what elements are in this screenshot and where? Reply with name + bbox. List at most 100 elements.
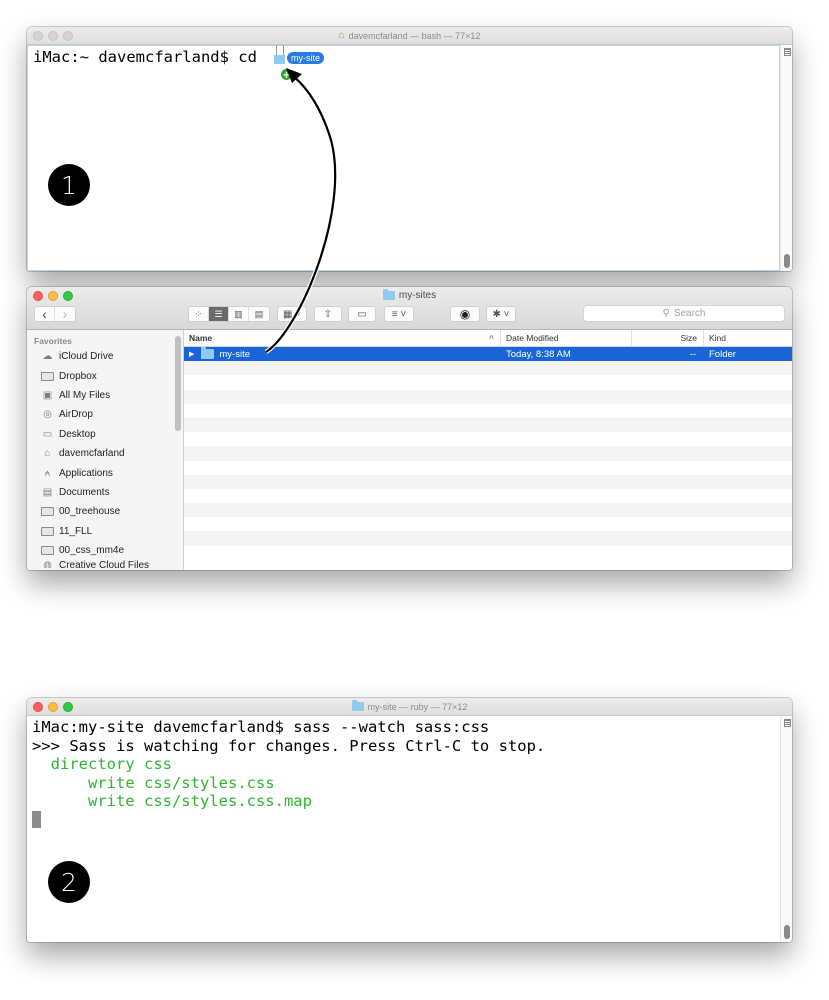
sidebar-item-airdrop[interactable]: ◎ AirDrop (27, 405, 183, 424)
folder-icon (41, 546, 54, 556)
minimize-button[interactable] (48, 31, 58, 41)
action-button[interactable]: ✱ ˅ (486, 306, 516, 322)
scroll-thumb[interactable] (784, 254, 790, 268)
file-rows: ▶ my-site Today, 8:38 AM -- Folder (184, 347, 792, 560)
home-icon: ⌂ (338, 30, 345, 41)
finder-sidebar: Favorites ☁ iCloud Drive Dropbox ▣ All My … (27, 330, 184, 570)
window-controls (33, 702, 73, 712)
disclosure-triangle-icon[interactable]: ▶ (189, 350, 194, 358)
file-list: Name ^ Date Modified Size Kind ▶ my-site… (184, 330, 792, 570)
split-pane-icon[interactable] (784, 48, 791, 56)
sidebar-item-creative-cloud[interactable]: ◍ Creative Cloud Files (27, 560, 183, 568)
eye-icon: ◉ (459, 307, 471, 321)
step-badge-1: 1 (48, 164, 90, 206)
share-button[interactable]: ⇧ (314, 306, 342, 322)
file-date: Today, 8:38 AM (506, 348, 571, 360)
view-mode-segmented: ⁘ ☰ ▥ ▤ (188, 306, 270, 322)
search-icon: ⚲ (662, 308, 670, 319)
chevron-right-icon: › (62, 306, 68, 322)
file-kind: Folder (709, 348, 736, 360)
chevron-left-icon: ‹ (42, 306, 47, 322)
quicklook-button[interactable]: ◉ (450, 306, 480, 322)
finder-toolbar: my-sites ‹ › ⁘ ☰ ▥ ▤ ▦ ˅ ⇧ ▭ ≡ ˅ ◉ ✱ ˅ ⚲… (27, 287, 792, 330)
sidebar-item-label: davemcfarland (59, 448, 125, 460)
terminal-titlebar[interactable]: ⌂ davemcfarland — bash — 77×12 (27, 27, 792, 45)
empty-row (184, 461, 792, 475)
search-input[interactable]: ⚲ Search (583, 305, 785, 322)
split-pane-icon[interactable] (784, 719, 791, 727)
terminal-line: write css/styles.css (32, 773, 275, 792)
terminal-scrollbar[interactable] (780, 45, 792, 271)
prompt-line: iMac:~ davemcfarland$ cd (33, 48, 267, 66)
terminal-output[interactable]: iMac:~ davemcfarland$ cd (27, 45, 780, 271)
arrange-icon: ▦ ˅ (282, 308, 302, 320)
column-view-button[interactable]: ▥ (229, 307, 249, 321)
terminal-titlebar[interactable]: my-site — ruby — 77×12 (27, 698, 792, 716)
finder-window: my-sites ‹ › ⁘ ☰ ▥ ▤ ▦ ˅ ⇧ ▭ ≡ ˅ ◉ ✱ ˅ ⚲… (27, 287, 792, 570)
empty-row (184, 417, 792, 433)
sidebar-item-icloud-drive[interactable]: ☁ iCloud Drive (27, 347, 183, 366)
sidebar-item-00-css-mm4e[interactable]: 00_css_mm4e (27, 541, 183, 560)
column-header-date[interactable]: Date Modified (501, 330, 632, 346)
sidebar-item-label: 00_css_mm4e (59, 545, 125, 557)
list-view-button[interactable]: ☰ (209, 307, 229, 321)
column-view-icon: ▥ (234, 308, 243, 319)
airdrop-icon: ◎ (43, 409, 52, 421)
table-row[interactable]: ▶ my-site Today, 8:38 AM -- Folder (184, 347, 792, 362)
sidebar-item-label: AirDrop (59, 409, 93, 421)
empty-row (184, 531, 792, 546)
sidebar-item-dropbox[interactable]: Dropbox (27, 366, 183, 385)
empty-row (184, 361, 792, 376)
sidebar-item-label: All My Files (59, 389, 111, 401)
back-button[interactable]: ‹ (35, 307, 55, 321)
creative-cloud-icon: ◍ (43, 560, 52, 569)
sidebar-item-applications[interactable]: ⍲ Applications (27, 463, 183, 482)
sort-ascending-icon: ^ (489, 333, 494, 343)
sidebar-scrollbar[interactable] (175, 336, 181, 431)
list-header: Name ^ Date Modified Size Kind (184, 330, 792, 347)
sidebar-item-all-my-files[interactable]: ▣ All My Files (27, 386, 183, 405)
minimize-button[interactable] (48, 702, 58, 712)
nav-buttons: ‹ › (34, 306, 76, 322)
share-icon: ⇧ (323, 308, 333, 320)
terminal-cursor (32, 810, 41, 828)
forward-button[interactable]: › (55, 307, 75, 321)
sidebar-item-home[interactable]: ⌂ davemcfarland (27, 444, 183, 463)
search-placeholder: Search (673, 308, 706, 319)
sidebar-item-label: Dropbox (59, 370, 97, 382)
terminal-output[interactable]: iMac:my-site davemcfarland$ sass --watch… (27, 716, 780, 942)
close-button[interactable] (33, 31, 43, 41)
scroll-thumb[interactable] (784, 925, 790, 939)
folder-icon (41, 526, 54, 536)
terminal-window-bash: ⌂ davemcfarland — bash — 77×12 iMac:~ da… (27, 27, 792, 271)
window-controls (33, 31, 73, 41)
column-header-kind[interactable]: Kind (704, 330, 792, 346)
icon-view-button[interactable]: ⁘ (189, 307, 209, 321)
coverflow-view-button[interactable]: ▤ (249, 307, 269, 321)
close-button[interactable] (33, 702, 43, 712)
sidebar-item-label: 00_treehouse (59, 506, 121, 518)
list-view-icon: ☰ (214, 308, 223, 319)
tags-button[interactable]: ▭ (348, 306, 376, 322)
sidebar-item-desktop[interactable]: ▭ Desktop (27, 425, 183, 444)
sidebar-item-11-fll[interactable]: 11_FLL (27, 522, 183, 541)
sidebar-item-00-treehouse[interactable]: 00_treehouse (27, 502, 183, 521)
folder-icon (382, 289, 395, 300)
column-header-name[interactable]: Name ^ (184, 330, 501, 346)
zoom-button[interactable] (63, 702, 73, 712)
column-header-size[interactable]: Size (632, 330, 704, 346)
terminal-line: directory css (32, 755, 172, 773)
window-title: my-sites (398, 290, 437, 301)
terminal-window-ruby: my-site — ruby — 77×12 iMac:my-site dave… (27, 698, 792, 942)
sidebar-item-label: Documents (59, 486, 110, 498)
all-files-icon: ▣ (42, 389, 53, 401)
terminal-line: iMac:my-site davemcfarland$ sass --watch… (32, 718, 490, 736)
sort-icon: ≡ ˅ (391, 308, 407, 320)
terminal-scrollbar[interactable] (780, 716, 792, 942)
empty-row (184, 432, 792, 446)
sort-button[interactable]: ≡ ˅ (384, 306, 414, 322)
file-size: -- (689, 348, 696, 360)
zoom-button[interactable] (63, 31, 73, 41)
arrange-button[interactable]: ▦ ˅ (277, 306, 307, 322)
sidebar-item-documents[interactable]: ▤ Documents (27, 483, 183, 502)
